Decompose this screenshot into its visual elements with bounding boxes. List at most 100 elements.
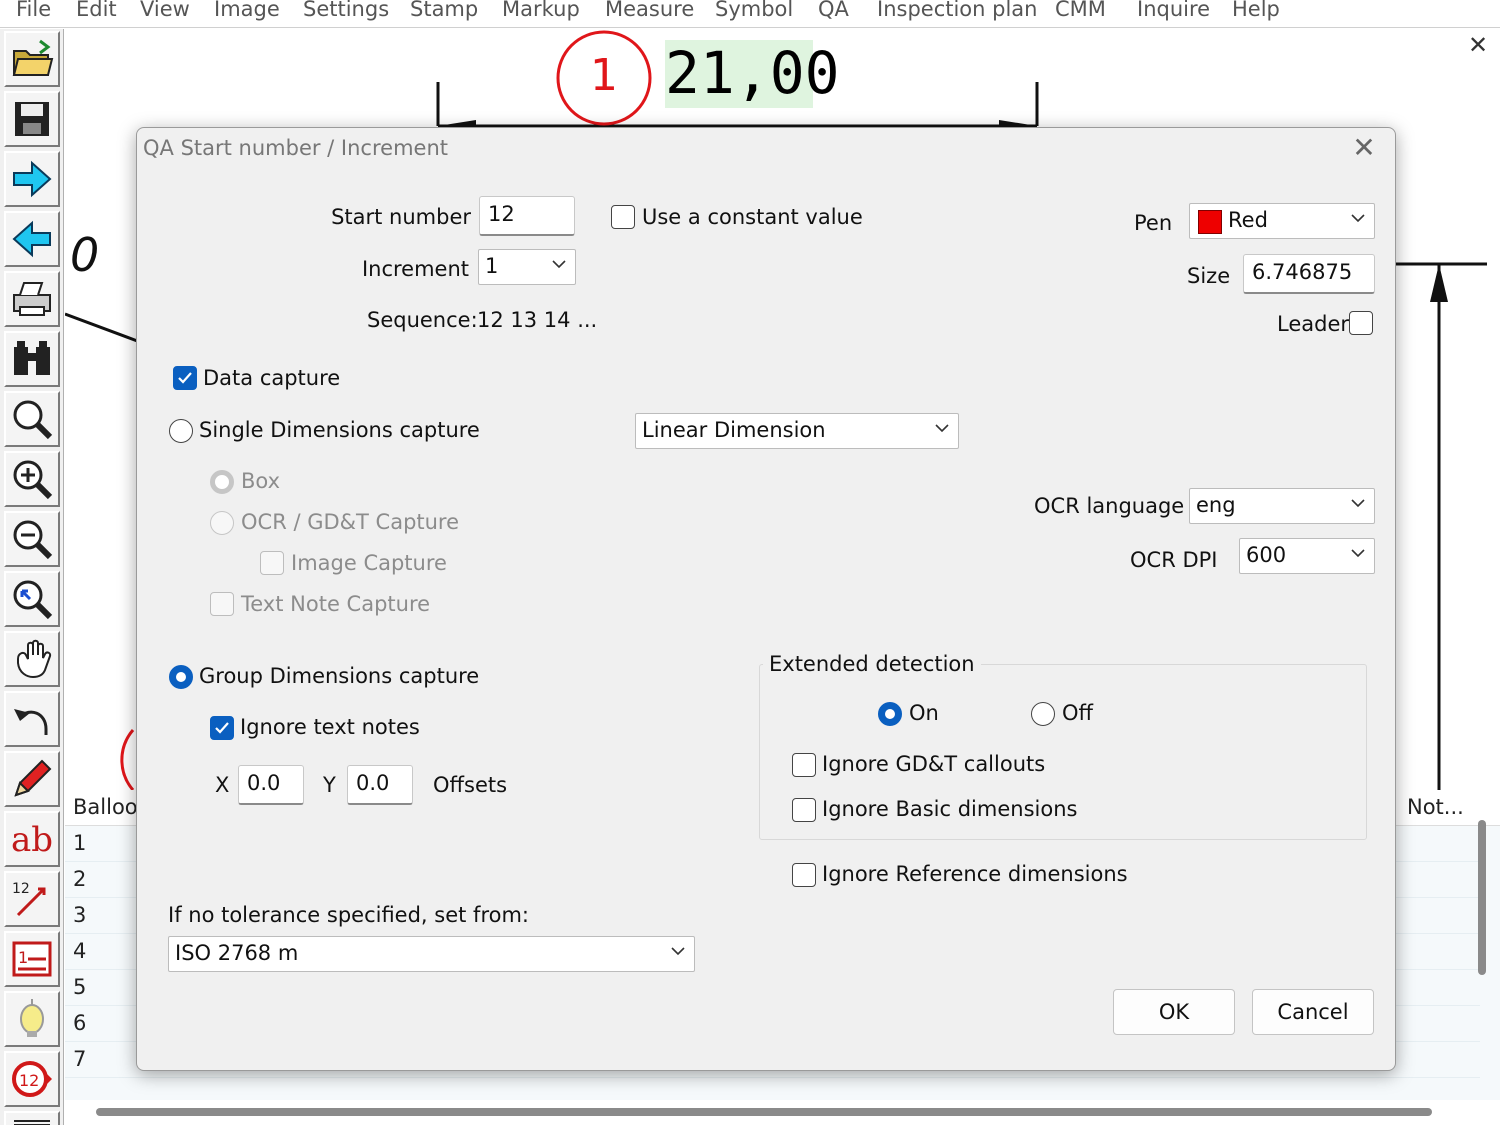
lightbulb-icon[interactable] (4, 991, 60, 1047)
qa-start-number-dialog: QA Start number / Increment ✕ Start numb… (136, 127, 1396, 1071)
print-icon[interactable] (4, 271, 60, 327)
pen-dropdown[interactable]: Red (1189, 203, 1375, 239)
ignore-basic-label: Ignore Basic dimensions (822, 797, 1078, 821)
table-vertical-scrollbar[interactable] (1478, 820, 1486, 975)
data-capture-checkbox[interactable] (173, 366, 197, 390)
save-icon[interactable] (4, 91, 60, 147)
row-number: 4 (73, 939, 87, 963)
ignore-reference-checkbox[interactable] (792, 863, 816, 887)
chevron-down-icon (935, 424, 949, 433)
zoom-previous-icon[interactable] (4, 571, 60, 627)
text-note-capture-label: Text Note Capture (241, 592, 431, 616)
extended-on-label: On (909, 701, 939, 725)
check-icon (178, 372, 192, 384)
open-folder-icon[interactable] (4, 31, 60, 87)
ignore-basic-checkbox[interactable] (792, 798, 816, 822)
increment-dropdown[interactable]: 1 (478, 249, 576, 285)
undo-icon[interactable] (4, 691, 60, 747)
list-icon[interactable]: 1 (4, 931, 60, 987)
chevron-down-icon (1351, 499, 1365, 508)
menu-stamp[interactable]: Stamp (410, 0, 478, 21)
pencil-icon[interactable] (4, 751, 60, 807)
constant-value-checkbox[interactable] (611, 205, 635, 229)
row-number: 2 (73, 867, 87, 891)
table-horizontal-scrollbar[interactable] (96, 1108, 1432, 1116)
ocr-language-dropdown[interactable]: eng (1189, 488, 1375, 524)
next-balloon-icon[interactable]: 12 (4, 1051, 60, 1107)
single-dimensions-radio[interactable] (169, 419, 193, 443)
zoom-in-icon[interactable] (4, 451, 60, 507)
menu-qa[interactable]: QA (818, 0, 849, 21)
ocr-gdt-label: OCR / GD&T Capture (241, 510, 460, 534)
dialog-title: QA Start number / Increment (143, 136, 448, 160)
drawing-text: 0 (70, 228, 100, 282)
x-offset-field[interactable]: 0.0 (238, 765, 304, 805)
box-radio[interactable] (210, 470, 234, 494)
start-number-field[interactable]: 12 (479, 196, 575, 236)
size-field[interactable]: 6.746875 (1243, 254, 1375, 294)
menu-image[interactable]: Image (214, 0, 280, 21)
menu-cmm[interactable]: CMM (1055, 0, 1106, 21)
menu-symbol[interactable]: Symbol (715, 0, 793, 21)
menu-inspection-plan[interactable]: Inspection plan (877, 0, 1037, 21)
more-icon[interactable] (4, 1111, 60, 1125)
dialog-close-icon[interactable]: ✕ (1339, 134, 1389, 164)
extended-detection-label: Extended detection (763, 652, 981, 676)
zoom-icon[interactable] (4, 391, 60, 447)
menu-measure[interactable]: Measure (605, 0, 694, 21)
ignore-text-notes-checkbox[interactable] (210, 716, 234, 740)
dimension-type-value: Linear Dimension (642, 418, 826, 442)
ocr-gdt-radio[interactable] (210, 511, 234, 535)
pan-hand-icon[interactable] (4, 631, 60, 687)
menu-settings[interactable]: Settings (303, 0, 389, 21)
row-number: 5 (73, 975, 87, 999)
pen-label: Pen (1134, 211, 1173, 235)
x-offset-label: X (215, 773, 230, 797)
dimension-value[interactable]: 21,00 (665, 40, 840, 108)
leader-label: Leader (1277, 312, 1350, 336)
forward-arrow-icon[interactable] (4, 151, 60, 207)
ignore-text-notes-label: Ignore text notes (240, 715, 420, 739)
ocr-dpi-value: 600 (1246, 543, 1287, 567)
text-note-capture-checkbox[interactable] (210, 592, 234, 616)
y-offset-field[interactable]: 0.0 (347, 765, 413, 805)
menu-view[interactable]: View (140, 0, 190, 21)
dimension-type-dropdown[interactable]: Linear Dimension (635, 413, 959, 449)
extended-on-radio[interactable] (878, 702, 902, 726)
chevron-down-icon (671, 947, 685, 956)
column-header-balloon[interactable]: Balloo (73, 795, 138, 819)
balloon-sequence-icon[interactable]: 12 (4, 871, 60, 927)
ocr-dpi-label: OCR DPI (1130, 548, 1218, 572)
extended-off-radio[interactable] (1031, 702, 1055, 726)
image-capture-label: Image Capture (291, 551, 447, 575)
zoom-out-icon[interactable] (4, 511, 60, 567)
sequence-label: Sequence: (367, 308, 478, 332)
menu-edit[interactable]: Edit (76, 0, 117, 21)
image-capture-checkbox[interactable] (260, 551, 284, 575)
close-drawing-icon[interactable]: ✕ (1468, 33, 1488, 57)
menu-file[interactable]: File (16, 0, 51, 21)
menu-markup[interactable]: Markup (502, 0, 580, 21)
ocr-dpi-dropdown[interactable]: 600 (1239, 538, 1375, 574)
chevron-down-icon (1351, 549, 1365, 558)
chevron-down-icon (552, 260, 566, 269)
menu-bar: File Edit View Image Settings Stamp Mark… (0, 0, 1500, 28)
constant-value-label: Use a constant value (642, 205, 863, 229)
menu-help[interactable]: Help (1232, 0, 1280, 21)
text-ab-icon[interactable]: ab (4, 811, 60, 867)
pen-color-swatch (1198, 210, 1222, 234)
tolerance-dropdown[interactable]: ISO 2768 m (168, 936, 695, 972)
menu-inquire[interactable]: Inquire (1137, 0, 1210, 21)
data-capture-label: Data capture (203, 366, 341, 390)
ignore-gdt-checkbox[interactable] (792, 753, 816, 777)
column-header-notes[interactable]: Not... (1407, 795, 1464, 819)
cancel-button[interactable]: Cancel (1252, 989, 1374, 1035)
tool-palette: ab 12 1 12 (0, 29, 64, 1125)
back-arrow-icon[interactable] (4, 211, 60, 267)
ok-button[interactable]: OK (1113, 989, 1235, 1035)
group-dimensions-radio[interactable] (169, 665, 193, 689)
balloon-number[interactable]: 1 (556, 50, 652, 101)
row-number: 1 (73, 831, 87, 855)
leader-checkbox[interactable] (1349, 311, 1373, 335)
binoculars-icon[interactable] (4, 331, 60, 387)
